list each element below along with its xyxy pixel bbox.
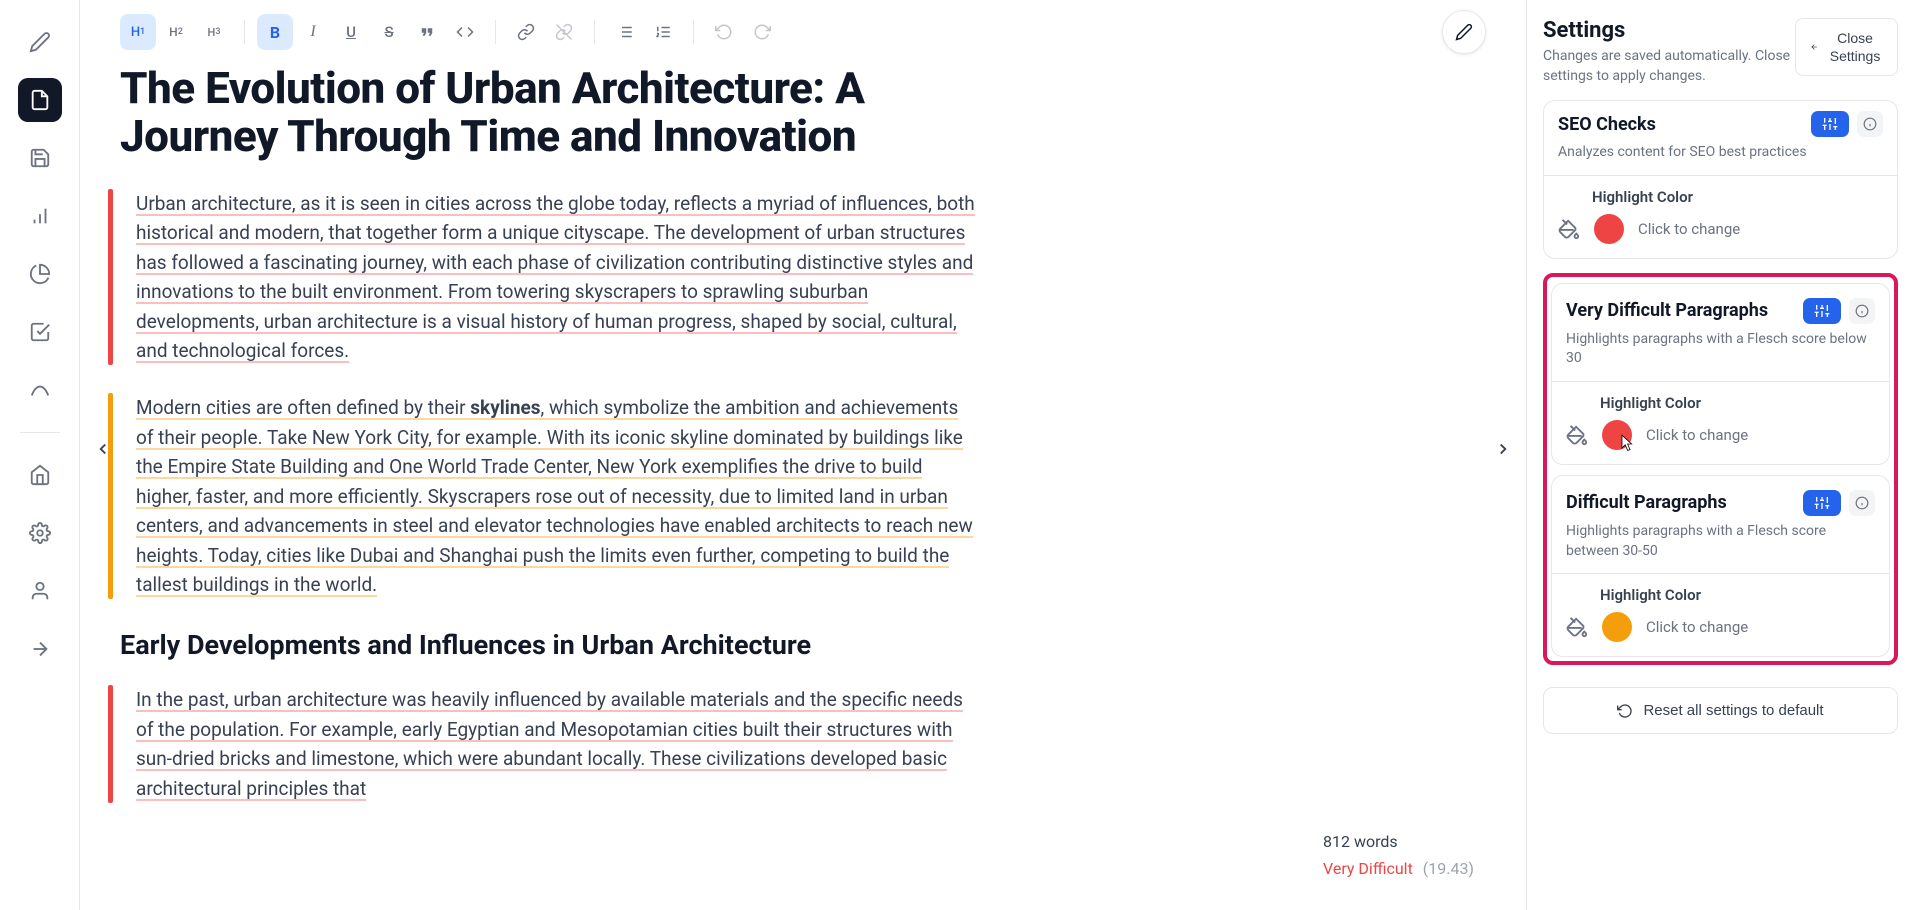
link-button[interactable] xyxy=(508,14,544,50)
expand-icon[interactable] xyxy=(18,627,62,671)
info-button[interactable] xyxy=(1857,111,1883,137)
highlight-color-label: Highlight Color xyxy=(1592,188,1883,206)
undo-button[interactable] xyxy=(706,14,742,50)
curve-icon[interactable] xyxy=(18,368,62,412)
pencil-icon[interactable] xyxy=(18,20,62,64)
h2-button[interactable]: H2 xyxy=(158,14,194,50)
unlink-button[interactable] xyxy=(546,14,582,50)
sliders-icon xyxy=(1814,303,1830,319)
settings-title: Settings xyxy=(1543,18,1795,43)
subheading[interactable]: Early Developments and Influences in Urb… xyxy=(120,629,980,661)
document-icon[interactable] xyxy=(18,78,62,122)
prev-arrow-icon[interactable] xyxy=(88,434,118,464)
reset-settings-button[interactable]: Reset all settings to default xyxy=(1543,687,1898,734)
paragraph-block[interactable]: In the past, urban architecture was heav… xyxy=(120,685,980,803)
document-title[interactable]: The Evolution of Urban Architecture: A J… xyxy=(120,64,980,161)
color-swatch[interactable] xyxy=(1594,214,1624,244)
toggle-button[interactable] xyxy=(1803,298,1841,324)
toolbar: H1 H2 H3 B I U S xyxy=(80,0,1526,64)
italic-button[interactable]: I xyxy=(295,14,331,50)
card-title: Very Difficult Paragraphs xyxy=(1566,300,1795,321)
highlight-color-label: Highlight Color xyxy=(1600,394,1875,412)
color-swatch[interactable] xyxy=(1602,420,1632,450)
info-icon xyxy=(1863,117,1877,131)
info-icon xyxy=(1855,496,1869,510)
gear-icon[interactable] xyxy=(18,511,62,555)
edit-mode-button[interactable] xyxy=(1442,10,1486,54)
numbered-list-button[interactable] xyxy=(645,14,681,50)
bar-chart-icon[interactable] xyxy=(18,194,62,238)
sliders-icon xyxy=(1822,116,1838,132)
highlighter-icon[interactable] xyxy=(18,310,62,354)
paragraph-block[interactable]: Urban architecture, as it is seen in cit… xyxy=(120,189,980,366)
h3-button[interactable]: H3 xyxy=(196,14,232,50)
paint-bucket-icon xyxy=(1566,616,1588,638)
color-swatch[interactable] xyxy=(1602,612,1632,642)
save-icon[interactable] xyxy=(18,136,62,180)
editor[interactable]: The Evolution of Urban Architecture: A J… xyxy=(80,64,1526,910)
redo-button[interactable] xyxy=(744,14,780,50)
seo-checks-card: SEO Checks Analyzes content for SEO best… xyxy=(1543,100,1898,259)
info-button[interactable] xyxy=(1849,298,1875,324)
click-to-change[interactable]: Click to change xyxy=(1646,426,1748,444)
difficulty-bar-orange xyxy=(108,393,113,599)
toggle-button[interactable] xyxy=(1811,111,1849,137)
sliders-icon xyxy=(1814,495,1830,511)
click-to-change[interactable]: Click to change xyxy=(1646,618,1748,636)
arrow-left-icon xyxy=(1810,40,1819,54)
highlighted-settings: Very Difficult Paragraphs Highlights par… xyxy=(1543,273,1898,665)
left-sidebar xyxy=(0,0,80,910)
word-count: 812 words xyxy=(1323,832,1474,851)
card-description: Analyzes content for SEO best practices xyxy=(1558,143,1883,163)
refresh-icon xyxy=(1617,703,1633,719)
settings-subtitle: Changes are saved automatically. Close s… xyxy=(1543,47,1795,86)
h1-button[interactable]: H1 xyxy=(120,14,156,50)
paragraph-block[interactable]: Modern cities are often defined by their… xyxy=(120,393,980,599)
paragraph-text[interactable]: Urban architecture, as it is seen in cit… xyxy=(136,192,975,363)
highlight-color-label: Highlight Color xyxy=(1600,586,1875,604)
paint-bucket-icon xyxy=(1566,424,1588,446)
card-title: Difficult Paragraphs xyxy=(1566,492,1795,513)
user-icon[interactable] xyxy=(18,569,62,613)
stats-box: 812 words Very Difficult (19.43) xyxy=(1307,820,1490,890)
difficulty-bar-red xyxy=(108,189,113,366)
strikethrough-button[interactable]: S xyxy=(371,14,407,50)
quote-button[interactable] xyxy=(409,14,445,50)
main-area: H1 H2 H3 B I U S xyxy=(80,0,1526,910)
close-settings-button[interactable]: Close Settings xyxy=(1795,18,1898,76)
home-icon[interactable] xyxy=(18,453,62,497)
pie-chart-icon[interactable] xyxy=(18,252,62,296)
settings-panel: Settings Changes are saved automatically… xyxy=(1526,0,1914,910)
info-icon xyxy=(1855,304,1869,318)
click-to-change[interactable]: Click to change xyxy=(1638,220,1740,238)
info-button[interactable] xyxy=(1849,490,1875,516)
card-description: Highlights paragraphs with a Flesch scor… xyxy=(1566,330,1875,369)
sidebar-divider xyxy=(20,432,60,433)
bold-button[interactable]: B xyxy=(257,14,293,50)
paragraph-text[interactable]: Modern cities are often defined by their… xyxy=(136,396,973,597)
difficulty-score: Very Difficult (19.43) xyxy=(1323,859,1474,878)
paragraph-text[interactable]: In the past, urban architecture was heav… xyxy=(136,688,963,800)
toggle-button[interactable] xyxy=(1803,490,1841,516)
very-difficult-card: Very Difficult Paragraphs Highlights par… xyxy=(1551,283,1890,465)
difficult-card: Difficult Paragraphs Highlights paragrap… xyxy=(1551,475,1890,657)
bullet-list-button[interactable] xyxy=(607,14,643,50)
underline-button[interactable]: U xyxy=(333,14,369,50)
code-button[interactable] xyxy=(447,14,483,50)
card-description: Highlights paragraphs with a Flesch scor… xyxy=(1566,522,1875,561)
next-arrow-icon[interactable] xyxy=(1488,434,1518,464)
paint-bucket-icon xyxy=(1558,218,1580,240)
difficulty-bar-red xyxy=(108,685,113,803)
card-title: SEO Checks xyxy=(1558,114,1803,135)
